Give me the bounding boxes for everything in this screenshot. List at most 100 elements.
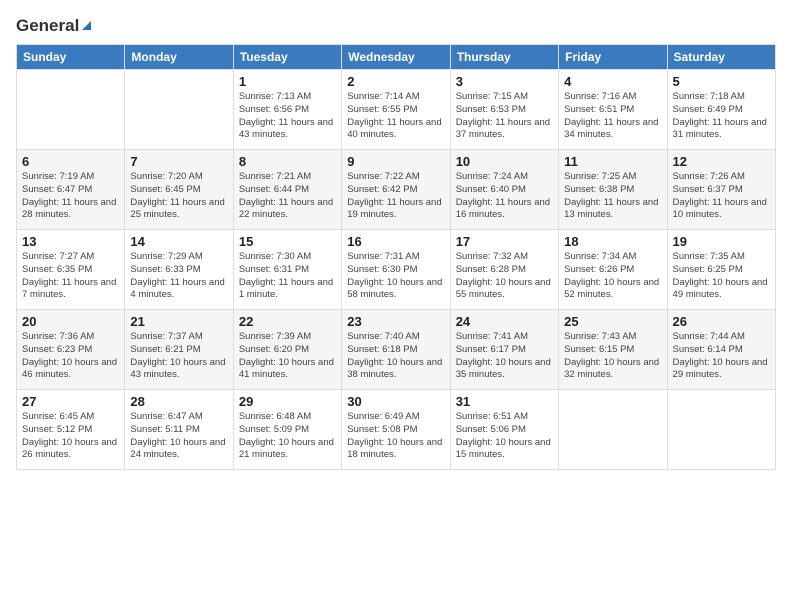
calendar-day: 7 Sunrise: 7:20 AMSunset: 6:45 PMDaylight…	[125, 150, 233, 230]
day-number: 22	[239, 314, 336, 329]
calendar-day: 29 Sunrise: 6:48 AMSunset: 5:09 PMDayligh…	[233, 390, 341, 470]
calendar-day: 28 Sunrise: 6:47 AMSunset: 5:11 PMDayligh…	[125, 390, 233, 470]
day-detail: Sunrise: 7:25 AMSunset: 6:38 PMDaylight:…	[564, 171, 661, 222]
calendar-day: 26 Sunrise: 7:44 AMSunset: 6:14 PMDayligh…	[667, 310, 775, 390]
day-number: 24	[456, 314, 553, 329]
day-detail: Sunrise: 7:29 AMSunset: 6:33 PMDaylight:…	[130, 251, 227, 302]
calendar-week-5: 27Sunrise: 6:45 AMSunset: 5:12 PMDayligh…	[17, 390, 776, 470]
day-detail: Sunrise: 7:20 AMSunset: 6:45 PMDaylight:…	[130, 171, 227, 222]
day-detail: Sunrise: 7:32 AMSunset: 6:28 PMDaylight:…	[456, 251, 553, 302]
day-detail: Sunrise: 7:37 AMSunset: 6:21 PMDaylight:…	[130, 331, 227, 382]
calendar-day: 9 Sunrise: 7:22 AMSunset: 6:42 PMDaylight…	[342, 150, 450, 230]
day-number: 10	[456, 154, 553, 169]
calendar-day: 21 Sunrise: 7:37 AMSunset: 6:21 PMDayligh…	[125, 310, 233, 390]
day-number: 13	[22, 234, 119, 249]
logo-arrow-icon	[82, 21, 91, 30]
day-number: 7	[130, 154, 227, 169]
page-header: General	[16, 16, 776, 32]
calendar-day: 25 Sunrise: 7:43 AMSunset: 6:15 PMDayligh…	[559, 310, 667, 390]
day-number: 1	[239, 74, 336, 89]
day-number: 20	[22, 314, 119, 329]
day-number: 30	[347, 394, 444, 409]
day-detail: Sunrise: 6:45 AMSunset: 5:12 PMDaylight:…	[22, 411, 119, 462]
day-detail: Sunrise: 6:51 AMSunset: 5:06 PMDaylight:…	[456, 411, 553, 462]
day-number: 29	[239, 394, 336, 409]
column-header-monday: Monday	[125, 45, 233, 70]
day-number: 17	[456, 234, 553, 249]
day-number: 4	[564, 74, 661, 89]
day-number: 21	[130, 314, 227, 329]
day-number: 2	[347, 74, 444, 89]
day-detail: Sunrise: 7:16 AMSunset: 6:51 PMDaylight:…	[564, 91, 661, 142]
day-detail: Sunrise: 7:15 AMSunset: 6:53 PMDaylight:…	[456, 91, 553, 142]
day-detail: Sunrise: 7:27 AMSunset: 6:35 PMDaylight:…	[22, 251, 119, 302]
day-detail: Sunrise: 7:19 AMSunset: 6:47 PMDaylight:…	[22, 171, 119, 222]
day-number: 9	[347, 154, 444, 169]
column-header-saturday: Saturday	[667, 45, 775, 70]
column-header-sunday: Sunday	[17, 45, 125, 70]
day-number: 8	[239, 154, 336, 169]
day-detail: Sunrise: 7:31 AMSunset: 6:30 PMDaylight:…	[347, 251, 444, 302]
day-detail: Sunrise: 7:34 AMSunset: 6:26 PMDaylight:…	[564, 251, 661, 302]
day-detail: Sunrise: 7:30 AMSunset: 6:31 PMDaylight:…	[239, 251, 336, 302]
day-detail: Sunrise: 7:41 AMSunset: 6:17 PMDaylight:…	[456, 331, 553, 382]
calendar-day: 14 Sunrise: 7:29 AMSunset: 6:33 PMDayligh…	[125, 230, 233, 310]
calendar-day: 6 Sunrise: 7:19 AMSunset: 6:47 PMDaylight…	[17, 150, 125, 230]
calendar-day: 8 Sunrise: 7:21 AMSunset: 6:44 PMDaylight…	[233, 150, 341, 230]
calendar-day	[17, 70, 125, 150]
calendar-day: 31 Sunrise: 6:51 AMSunset: 5:06 PMDayligh…	[450, 390, 558, 470]
day-detail: Sunrise: 7:39 AMSunset: 6:20 PMDaylight:…	[239, 331, 336, 382]
calendar-table: SundayMondayTuesdayWednesdayThursdayFrid…	[16, 44, 776, 470]
day-detail: Sunrise: 7:22 AMSunset: 6:42 PMDaylight:…	[347, 171, 444, 222]
calendar-day	[125, 70, 233, 150]
day-detail: Sunrise: 7:43 AMSunset: 6:15 PMDaylight:…	[564, 331, 661, 382]
day-number: 6	[22, 154, 119, 169]
column-header-thursday: Thursday	[450, 45, 558, 70]
calendar-day: 18 Sunrise: 7:34 AMSunset: 6:26 PMDayligh…	[559, 230, 667, 310]
day-number: 19	[673, 234, 770, 249]
day-number: 5	[673, 74, 770, 89]
day-number: 18	[564, 234, 661, 249]
calendar-day: 19Sunrise: 7:35 AMSunset: 6:25 PMDayligh…	[667, 230, 775, 310]
day-detail: Sunrise: 6:48 AMSunset: 5:09 PMDaylight:…	[239, 411, 336, 462]
day-detail: Sunrise: 6:47 AMSunset: 5:11 PMDaylight:…	[130, 411, 227, 462]
day-number: 16	[347, 234, 444, 249]
calendar-day: 20Sunrise: 7:36 AMSunset: 6:23 PMDayligh…	[17, 310, 125, 390]
day-number: 14	[130, 234, 227, 249]
day-number: 12	[673, 154, 770, 169]
calendar-week-1: 1 Sunrise: 7:13 AMSunset: 6:56 PMDaylight…	[17, 70, 776, 150]
day-detail: Sunrise: 7:21 AMSunset: 6:44 PMDaylight:…	[239, 171, 336, 222]
column-header-tuesday: Tuesday	[233, 45, 341, 70]
column-header-friday: Friday	[559, 45, 667, 70]
calendar-day: 2 Sunrise: 7:14 AMSunset: 6:55 PMDaylight…	[342, 70, 450, 150]
calendar-day: 3Sunrise: 7:15 AMSunset: 6:53 PMDaylight…	[450, 70, 558, 150]
calendar-week-3: 13 Sunrise: 7:27 AMSunset: 6:35 PMDayligh…	[17, 230, 776, 310]
calendar-day: 13 Sunrise: 7:27 AMSunset: 6:35 PMDayligh…	[17, 230, 125, 310]
calendar-day: 23 Sunrise: 7:40 AMSunset: 6:18 PMDayligh…	[342, 310, 450, 390]
calendar-day: 24 Sunrise: 7:41 AMSunset: 6:17 PMDayligh…	[450, 310, 558, 390]
day-number: 28	[130, 394, 227, 409]
day-detail: Sunrise: 7:26 AMSunset: 6:37 PMDaylight:…	[673, 171, 770, 222]
day-number: 26	[673, 314, 770, 329]
day-detail: Sunrise: 7:13 AMSunset: 6:56 PMDaylight:…	[239, 91, 336, 142]
logo: General	[16, 16, 91, 32]
calendar-day: 5Sunrise: 7:18 AMSunset: 6:49 PMDaylight…	[667, 70, 775, 150]
calendar-day	[667, 390, 775, 470]
day-number: 11	[564, 154, 661, 169]
calendar-day: 15Sunrise: 7:30 AMSunset: 6:31 PMDayligh…	[233, 230, 341, 310]
calendar-week-2: 6 Sunrise: 7:19 AMSunset: 6:47 PMDaylight…	[17, 150, 776, 230]
day-number: 23	[347, 314, 444, 329]
day-detail: Sunrise: 7:14 AMSunset: 6:55 PMDaylight:…	[347, 91, 444, 142]
calendar-day: 30 Sunrise: 6:49 AMSunset: 5:08 PMDayligh…	[342, 390, 450, 470]
calendar-day: 1 Sunrise: 7:13 AMSunset: 6:56 PMDaylight…	[233, 70, 341, 150]
day-number: 31	[456, 394, 553, 409]
calendar-day	[559, 390, 667, 470]
calendar-day: 12 Sunrise: 7:26 AMSunset: 6:37 PMDayligh…	[667, 150, 775, 230]
calendar-week-4: 20Sunrise: 7:36 AMSunset: 6:23 PMDayligh…	[17, 310, 776, 390]
day-detail: Sunrise: 7:40 AMSunset: 6:18 PMDaylight:…	[347, 331, 444, 382]
calendar-header-row: SundayMondayTuesdayWednesdayThursdayFrid…	[17, 45, 776, 70]
day-detail: Sunrise: 7:44 AMSunset: 6:14 PMDaylight:…	[673, 331, 770, 382]
day-number: 25	[564, 314, 661, 329]
day-detail: Sunrise: 6:49 AMSunset: 5:08 PMDaylight:…	[347, 411, 444, 462]
calendar-day: 16 Sunrise: 7:31 AMSunset: 6:30 PMDayligh…	[342, 230, 450, 310]
